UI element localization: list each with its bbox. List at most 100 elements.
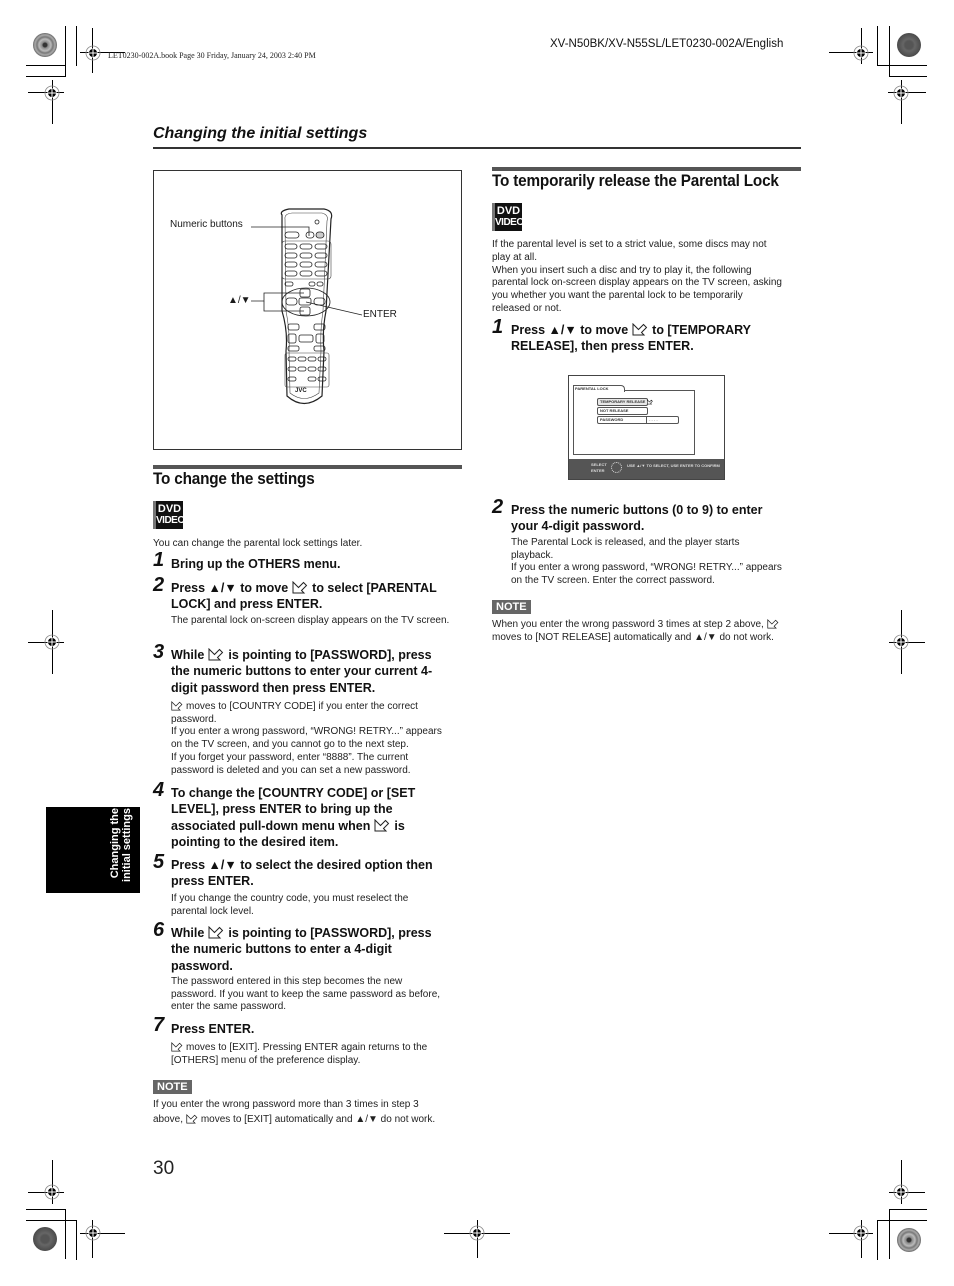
step-text-part: While xyxy=(171,926,205,940)
callout-arrows: ▲/▼ xyxy=(228,295,251,306)
callout-numeric-buttons: Numeric buttons xyxy=(170,219,243,230)
color-rosette-icon xyxy=(897,33,921,57)
crop-line xyxy=(877,65,927,66)
step-text-part: the numeric buttons to enter a 4-digit xyxy=(171,942,392,957)
step-instruction: Press ▲/▼ to move to select [PARENTAL LOC… xyxy=(171,580,466,613)
desc-line: password is deleted and you can set a ne… xyxy=(171,764,411,776)
remote-control-illustration xyxy=(251,208,363,405)
side-tab-line: initial settings xyxy=(121,808,133,882)
cursor-icon xyxy=(208,648,224,661)
crop-line xyxy=(76,26,77,66)
crop-line xyxy=(26,76,66,77)
step-number: 5 xyxy=(153,851,165,873)
color-rosette-icon xyxy=(33,1227,57,1251)
desc-line: moves to [COUNTRY CODE] if you enter the… xyxy=(186,701,418,712)
desc-line: password. xyxy=(171,713,217,725)
crop-line xyxy=(76,1220,77,1260)
step-number: 2 xyxy=(492,496,504,518)
step-description: moves to [COUNTRY CODE] if you enter the… xyxy=(171,701,466,777)
osd-password-value: - - - - xyxy=(649,417,658,422)
step-text-part: to [TEMPORARY xyxy=(652,323,751,337)
step-text-part: pointing to the desired item. xyxy=(171,834,339,849)
parental-lock-osd: PARENTAL LOCK TEMPORARY RELEASE NOT RELE… xyxy=(568,375,725,480)
note-line: When you enter the wrong password 3 time… xyxy=(492,619,764,630)
crop-line xyxy=(65,1209,66,1259)
desc-line: If you enter a wrong password, “WRONG! R… xyxy=(171,726,442,738)
step-number: 2 xyxy=(153,574,165,596)
step-text-part: your 4-digit password. xyxy=(511,519,645,534)
desc-line: parental lock level. xyxy=(171,905,254,917)
intro-text: You can change the parental lock setting… xyxy=(153,538,363,549)
intro-line: released or not. xyxy=(492,302,562,314)
cursor-icon xyxy=(186,1114,198,1124)
desc-line: enter the same password. xyxy=(171,1001,287,1013)
color-rosette-icon xyxy=(897,1228,921,1252)
dvd-video-badge: DVD VIDEO xyxy=(492,203,524,231)
step-instruction: Press ENTER. xyxy=(171,1022,255,1036)
cursor-icon xyxy=(292,581,308,594)
step-number: 1 xyxy=(153,549,165,571)
heading-change-settings: To change the settings xyxy=(153,469,315,488)
step-instruction: Bring up the OTHERS menu. xyxy=(171,557,341,571)
dvd-video-badge: DVD VIDEO xyxy=(153,501,185,529)
step-text-part: is pointing to [PASSWORD], press xyxy=(228,648,432,662)
cursor-icon xyxy=(767,619,779,629)
step-text-part: Press ▲/▼ to select the desired option t… xyxy=(171,858,433,872)
crop-line xyxy=(26,1220,76,1221)
step-instruction: Press ▲/▼ to select the desired option t… xyxy=(171,857,466,890)
registration-mark-icon xyxy=(890,1181,912,1203)
note-line: moves to [EXIT] automatically and ▲/▼ do… xyxy=(200,1114,436,1125)
desc-line: If you enter a wrong password, “WRONG! R… xyxy=(511,562,782,574)
remote-figure: Numeric buttons ▲/▼ ENTER JVC xyxy=(153,170,462,450)
cursor-icon xyxy=(171,1042,183,1052)
note-line: If you enter the wrong password more tha… xyxy=(153,1099,419,1110)
desc-line: on the TV screen, and you cannot go to t… xyxy=(171,739,409,751)
badge-line: DVD xyxy=(496,205,521,217)
badge-line: DVD xyxy=(157,503,182,515)
crop-line xyxy=(65,26,66,76)
cursor-icon xyxy=(632,323,648,336)
color-rosette-icon xyxy=(33,33,57,57)
step-text-part: the numeric buttons to enter your curren… xyxy=(171,664,433,679)
crop-line xyxy=(26,65,66,66)
registration-mark-icon xyxy=(890,631,912,653)
desc-line: If you change the country code, you must… xyxy=(171,893,409,904)
intro-text: If the parental level is set to a strict… xyxy=(492,239,804,316)
step-number: 6 xyxy=(153,919,165,941)
crop-line xyxy=(877,1220,927,1221)
step-instruction: Press the numeric buttons (0 to 9) to en… xyxy=(511,502,806,535)
osd-item-label: TEMPORARY RELEASE xyxy=(600,399,646,404)
desc-line: The Parental Lock is released, and the p… xyxy=(511,537,740,548)
badge-line: VIDEO xyxy=(156,515,185,526)
intro-line: When you insert such a disc and try to p… xyxy=(492,264,752,276)
note-text: When you enter the wrong password 3 time… xyxy=(492,619,804,645)
step-text-part: To change the [COUNTRY CODE] or [SET xyxy=(171,786,416,800)
section-rule xyxy=(153,147,801,149)
desc-line: [OTHERS] menu of the preference display. xyxy=(171,1054,361,1066)
registration-mark-icon xyxy=(850,1222,872,1244)
badge-line: VIDEO xyxy=(495,217,524,228)
osd-divider xyxy=(646,416,647,424)
step-text-part: is pointing to [PASSWORD], press xyxy=(228,926,432,940)
note-line: above, xyxy=(153,1114,184,1125)
step-description: The parental lock on-screen display appe… xyxy=(171,615,450,626)
cursor-icon xyxy=(374,819,390,832)
step-text-part: Press ▲/▼ to move xyxy=(171,581,289,595)
osd-joystick-icon xyxy=(611,462,622,473)
step-number: 4 xyxy=(153,779,165,801)
osd-footer-enter: ENTER xyxy=(591,468,605,473)
osd-footer-hint: USE ▲/▼ TO SELECT, USE ENTER TO CONFIRM xyxy=(627,463,720,468)
note-badge: NOTE xyxy=(492,600,531,614)
registration-mark-icon xyxy=(41,82,63,104)
intro-line: you whether you want the parental lock t… xyxy=(492,290,743,302)
step-text-part: associated pull-down menu when xyxy=(171,818,371,833)
step-text-part: RELEASE], then press ENTER. xyxy=(511,339,694,354)
step-text-part: digit password then press ENTER. xyxy=(171,680,376,695)
registration-mark-icon xyxy=(41,1181,63,1203)
step-instruction: While is pointing to [PASSWORD], press th… xyxy=(171,925,466,974)
desc-line: If you forget your password, enter “8888… xyxy=(171,751,409,763)
crop-line xyxy=(26,1209,66,1210)
cursor-icon xyxy=(171,701,183,711)
step-text-part: to select [PARENTAL xyxy=(312,581,437,595)
step-description: The Parental Lock is released, and the p… xyxy=(511,537,806,588)
